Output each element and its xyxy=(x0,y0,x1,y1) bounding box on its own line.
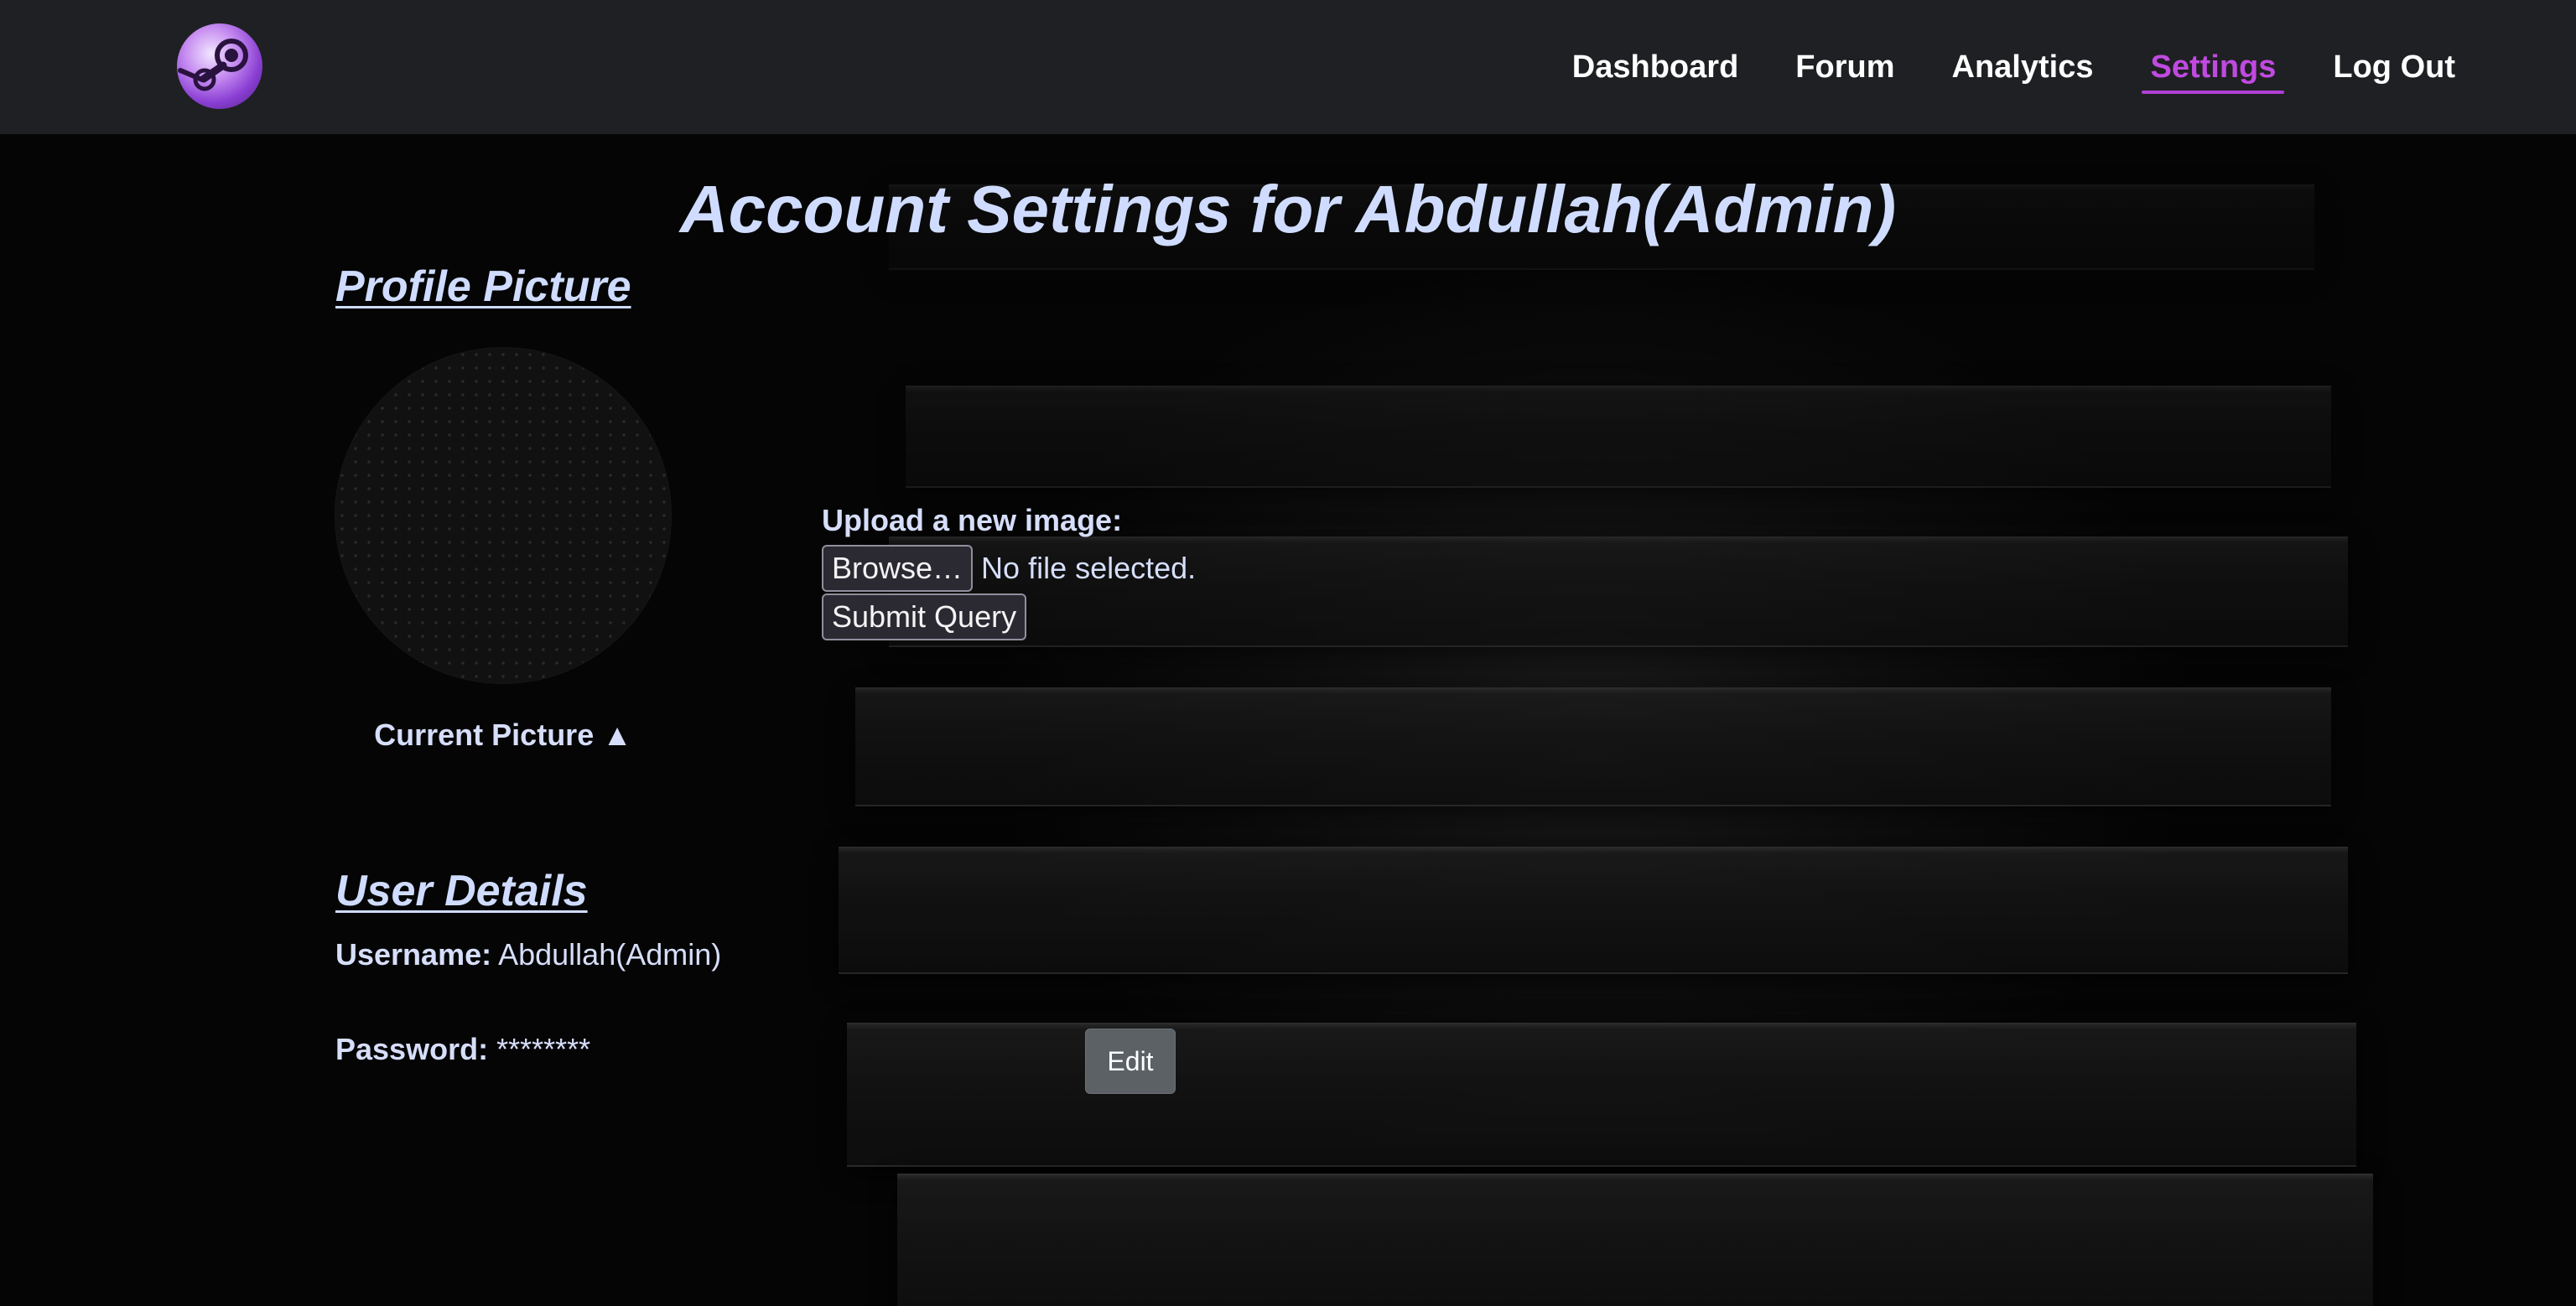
file-status-text: No file selected. xyxy=(981,551,1197,585)
nav-log-out[interactable]: Log Out xyxy=(2328,49,2460,86)
file-input: Browse… No file selected. xyxy=(822,545,1196,592)
password-value: ******** xyxy=(496,1032,591,1066)
username-label: Username: xyxy=(335,937,492,972)
submit-query-button[interactable]: Submit Query xyxy=(822,593,1027,640)
password-row: Password: ******** xyxy=(335,1032,590,1067)
top-navbar: Dashboard Forum Analytics Settings Log O… xyxy=(0,0,2576,134)
profile-picture-heading: Profile Picture xyxy=(335,262,631,311)
nav-forum[interactable]: Forum xyxy=(1790,49,1899,86)
avatar xyxy=(335,348,671,683)
nav-dashboard[interactable]: Dashboard xyxy=(1567,49,1743,86)
password-label: Password: xyxy=(335,1032,489,1066)
upload-label: Upload a new image: xyxy=(822,503,1123,537)
steam-logo-icon[interactable] xyxy=(177,23,262,109)
user-details-heading: User Details xyxy=(335,867,588,915)
page-title: Account Settings for Abdullah(Admin) xyxy=(679,172,1897,246)
nav-settings[interactable]: Settings xyxy=(2142,49,2285,94)
username-value: Abdullah(Admin) xyxy=(498,937,722,972)
current-picture-caption: Current Picture ▲ xyxy=(374,718,632,752)
edit-password-button[interactable]: Edit xyxy=(1085,1029,1176,1094)
username-row: Username: Abdullah(Admin) xyxy=(335,937,721,972)
browse-button[interactable]: Browse… xyxy=(822,545,974,592)
settings-content: Account Settings for Abdullah(Admin) Pro… xyxy=(0,134,2576,1306)
main-nav: Dashboard Forum Analytics Settings Log O… xyxy=(1567,0,2460,134)
nav-analytics[interactable]: Analytics xyxy=(1947,49,2099,86)
